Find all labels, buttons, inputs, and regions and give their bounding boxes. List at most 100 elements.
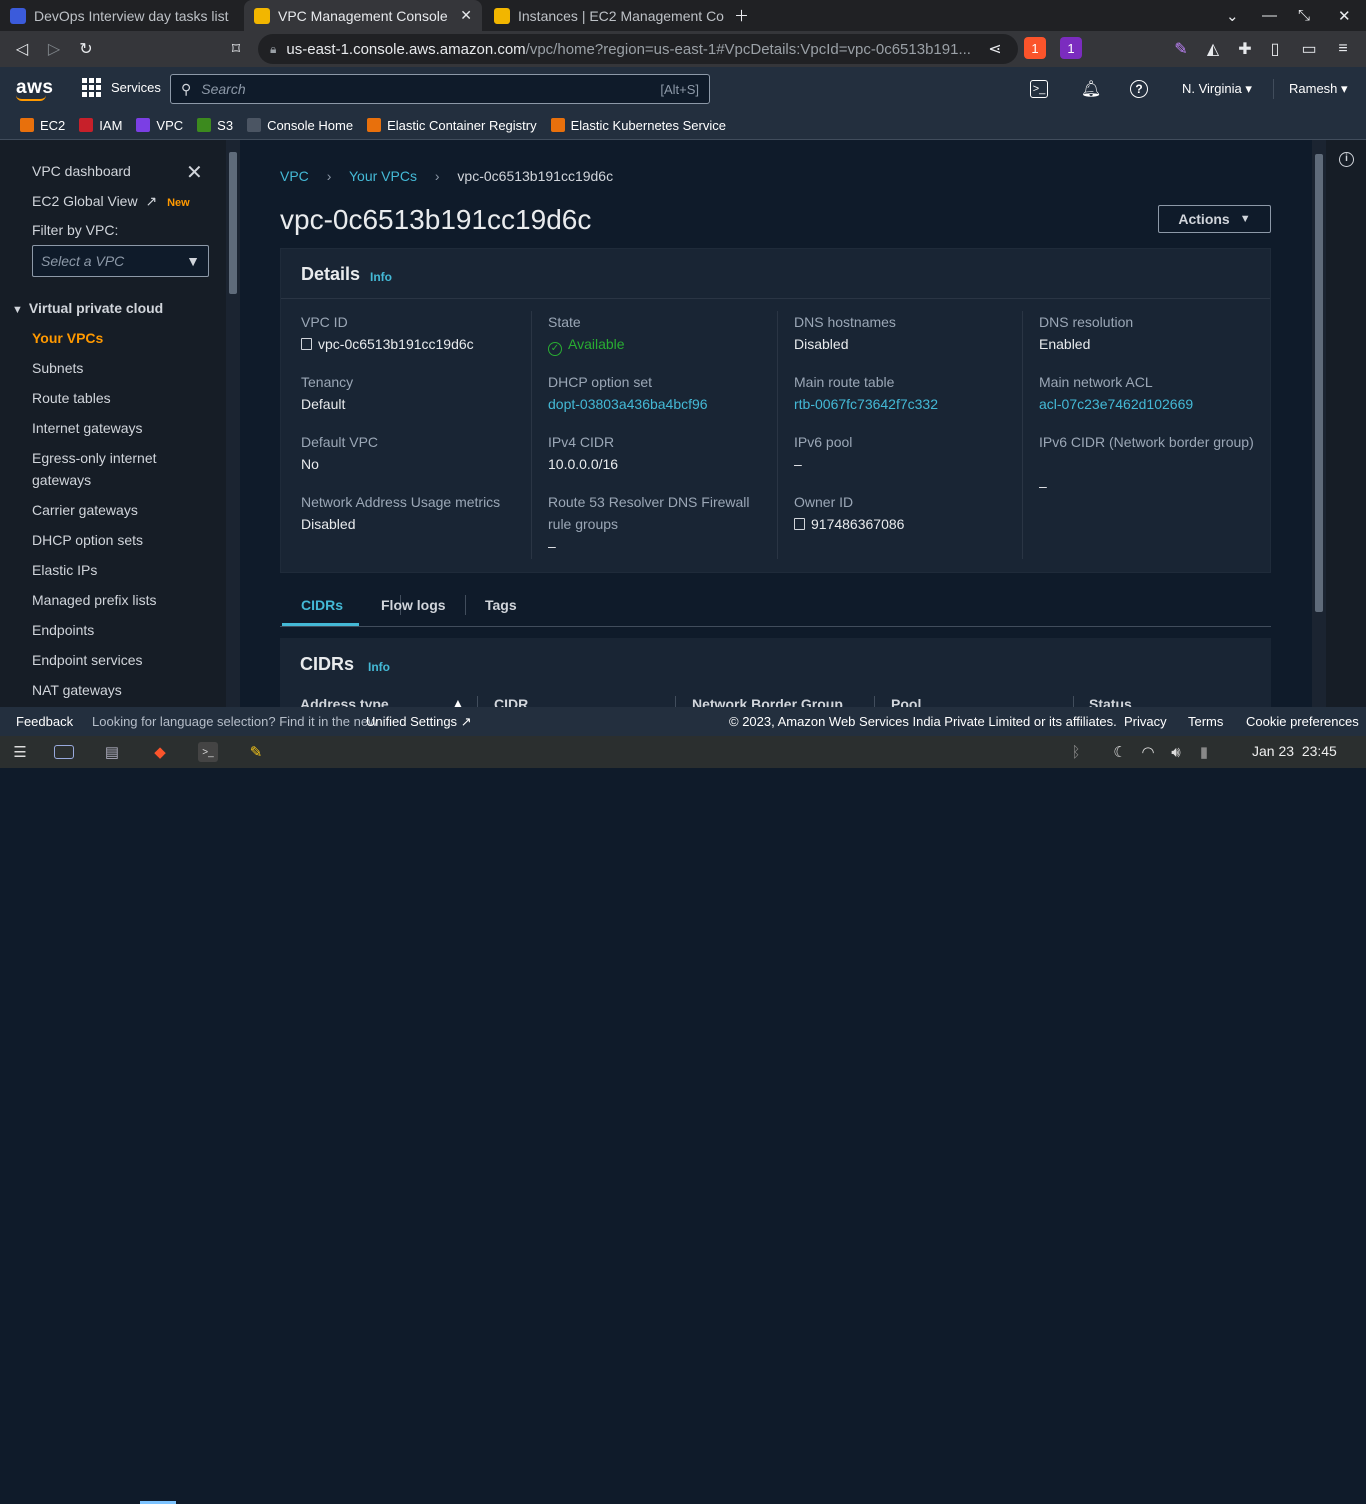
new-tab-icon[interactable]: ＋ [734, 0, 749, 31]
bookmark-icon[interactable]: ⌑ [224, 31, 248, 67]
col-status[interactable]: Status [1089, 696, 1132, 707]
privacy-link[interactable]: Privacy [1124, 714, 1167, 729]
browser-tab-ec2[interactable]: Instances | EC2 Management Co [484, 0, 724, 31]
sidebar-item-endpoints[interactable]: Endpoints [32, 619, 182, 641]
bluetooth-icon[interactable]: ᛒ [1066, 742, 1086, 762]
region-selector[interactable]: N. Virginia ▾ [1182, 81, 1252, 97]
brave-shields-icon[interactable]: 1 [1024, 37, 1046, 59]
breadcrumb-vpc[interactable]: VPC [280, 168, 309, 184]
sidebar-item-nat-gateways[interactable]: NAT gateways [32, 679, 182, 701]
brave-browser-icon[interactable]: ◆ [150, 742, 170, 762]
sidebar-item-egress-only-internet-gateways[interactable]: Egress-only internet gateways [32, 447, 182, 491]
sidebar-vpc-dashboard[interactable]: VPC dashboard [32, 163, 131, 179]
files-icon[interactable]: ▤ [102, 742, 122, 762]
sort-ascending-icon[interactable]: ▲ [452, 696, 464, 707]
share-icon[interactable]: ⋖ [984, 31, 1006, 67]
services-menu-button[interactable]: Services [82, 78, 161, 97]
col-network-border-group[interactable]: Network Border Group [692, 696, 843, 707]
dhcp-link[interactable]: dopt-03803a436ba4bcf96 [548, 393, 708, 415]
unified-settings-link[interactable]: Unified Settings ↗ [366, 714, 472, 730]
sidebar-item-endpoint-services[interactable]: Endpoint services [32, 649, 182, 671]
copy-icon[interactable] [794, 518, 805, 530]
restore-icon[interactable]: ⤡ [1298, 0, 1310, 31]
nau-metrics-label: Network Address Usage metrics [301, 494, 501, 510]
brave-rewards-icon[interactable]: 1 [1060, 37, 1082, 59]
terminal-icon[interactable]: >_ [198, 742, 218, 762]
sidebar-item-managed-prefix-lists[interactable]: Managed prefix lists [32, 589, 182, 611]
sidebar-item-your-vpcs[interactable]: Your VPCs [32, 327, 182, 349]
sidebar-ec2-global-view[interactable]: EC2 Global View ↗ New [32, 193, 190, 210]
details-info-link[interactable]: Info [370, 270, 392, 284]
copy-icon[interactable] [301, 338, 312, 350]
feedback-link[interactable]: Feedback [16, 714, 73, 729]
main-acl-link[interactable]: acl-07c23e7462d102669 [1039, 393, 1193, 415]
tab-flow-logs[interactable]: Flow logs [381, 597, 446, 613]
volume-icon[interactable]: 🔊︎ [1166, 742, 1186, 762]
cidrs-info-link[interactable]: Info [368, 660, 390, 674]
favorite-s3[interactable]: S3 [197, 118, 233, 133]
tab-cidrs[interactable]: CIDRs [301, 597, 343, 613]
sidebar-item-internet-gateways[interactable]: Internet gateways [32, 417, 182, 439]
sidebar-item-route-tables[interactable]: Route tables [32, 387, 182, 409]
vpc-filter-select[interactable]: Select a VPC ▼ [32, 245, 209, 277]
favorites-bar: EC2 IAM VPC S3 Console Home Elastic Container… [0, 111, 1366, 140]
browser-tab-devops[interactable]: DevOps Interview day tasks list [0, 0, 242, 31]
main-scrollbar[interactable] [1312, 140, 1326, 707]
back-icon[interactable]: ◁ [10, 31, 34, 67]
sidebar-scrollbar[interactable] [226, 140, 240, 707]
main-route-table-link[interactable]: rtb-0067fc73642f7c332 [794, 393, 938, 415]
window-switcher-icon[interactable] [54, 745, 74, 759]
wallet-icon[interactable]: ▭ [1298, 31, 1320, 67]
forward-icon[interactable]: ▷ [42, 31, 66, 67]
favorite-ec2[interactable]: EC2 [20, 118, 65, 133]
actions-button[interactable]: Actions ▼ [1158, 205, 1271, 233]
night-light-icon[interactable]: ☾ [1110, 742, 1130, 762]
zorin-menu-icon[interactable]: ☰ [10, 742, 30, 762]
unified-settings-label: Unified Settings [366, 714, 458, 729]
close-sidebar-icon[interactable]: ✕ [186, 160, 203, 185]
help-icon[interactable]: ? [1130, 80, 1148, 98]
wifi-icon[interactable]: ◠ [1138, 742, 1158, 762]
col-cidr[interactable]: CIDR [494, 696, 528, 707]
feather-extension-icon[interactable]: ✎ [1170, 31, 1192, 67]
browser-tab-vpc[interactable]: VPC Management Console ✕ [244, 0, 482, 31]
reload-icon[interactable]: ↻ [74, 31, 98, 67]
sidebar-item-dhcp-option-sets[interactable]: DHCP option sets [32, 529, 182, 551]
notifications-bell-icon[interactable]: 🔔︎ [1080, 78, 1102, 100]
account-menu[interactable]: Ramesh ▾ [1289, 81, 1348, 97]
aws-logo[interactable]: aws [16, 77, 53, 101]
favorite-iam[interactable]: IAM [79, 118, 122, 133]
col-pool[interactable]: Pool [891, 696, 921, 707]
sidebar-toggle-icon[interactable]: ▯ [1264, 31, 1286, 67]
battery-icon[interactable]: ▮ [1194, 742, 1214, 762]
favorite-elastic-container-registry[interactable]: Elastic Container Registry [367, 118, 537, 133]
minimize-icon[interactable]: — [1262, 0, 1277, 31]
ipv6-cidr-label: IPv6 CIDR (Network border group) [1039, 434, 1254, 450]
menu-icon[interactable]: ≡ [1332, 31, 1354, 67]
favorite-elastic-kubernetes-service[interactable]: Elastic Kubernetes Service [550, 118, 726, 133]
puzzle-extensions-icon[interactable]: ✚ [1234, 31, 1256, 67]
clock[interactable]: Jan 23 23:45 [1252, 743, 1337, 759]
text-editor-icon[interactable]: ✎ [246, 742, 266, 762]
extension-icon[interactable]: ◭ [1202, 31, 1224, 67]
terms-link[interactable]: Terms [1188, 714, 1223, 729]
sidebar-item-subnets[interactable]: Subnets [32, 357, 182, 379]
tab-search-icon[interactable]: ⌄ [1226, 0, 1239, 31]
favorite-console-home[interactable]: Console Home [247, 118, 353, 133]
tab-tags[interactable]: Tags [485, 597, 517, 613]
close-window-icon[interactable]: ✕ [1338, 0, 1351, 31]
cloudshell-icon[interactable]: >_ [1030, 80, 1048, 98]
favorite-vpc[interactable]: VPC [136, 118, 183, 133]
col-address-type[interactable]: Address type [300, 696, 389, 707]
info-panel-icon[interactable]: i [1339, 152, 1354, 167]
section-virtual-private-cloud[interactable]: ▼ Virtual private cloud [12, 300, 163, 316]
dns-resolution-label: DNS resolution [1039, 314, 1134, 330]
tab-title: DevOps Interview day tasks list [34, 7, 229, 24]
close-tab-icon[interactable]: ✕ [460, 7, 472, 24]
sidebar-item-elastic-ips[interactable]: Elastic IPs [32, 559, 182, 581]
search-input[interactable]: ⚲ Search [Alt+S] [170, 74, 710, 104]
breadcrumb-your-vpcs[interactable]: Your VPCs [349, 168, 417, 184]
address-bar[interactable]: 🔒︎ us-east-1.console.aws.amazon.com/vpc/… [258, 34, 1018, 64]
cookie-preferences-link[interactable]: Cookie preferences [1246, 714, 1359, 729]
sidebar-item-carrier-gateways[interactable]: Carrier gateways [32, 499, 182, 521]
